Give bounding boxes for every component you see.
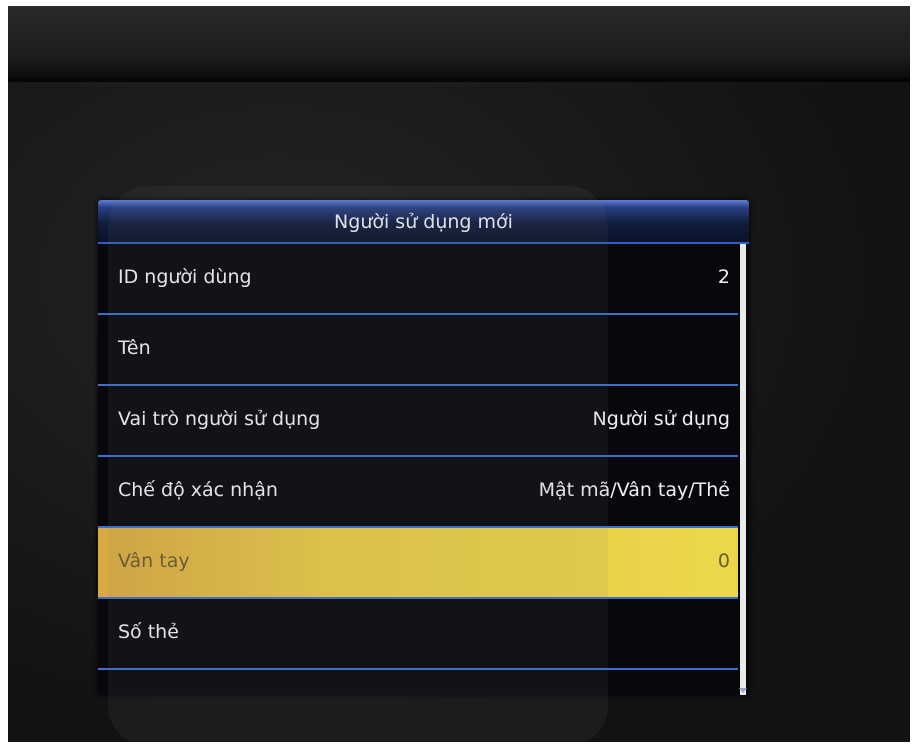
row-fingerprint[interactable]: Vân tay 0 <box>98 528 738 599</box>
screen-title: Người sử dụng mới <box>334 211 513 233</box>
row-label: ID người dùng <box>118 266 252 288</box>
device-photo: Người sử dụng mới ID người dùng 2 Tên Va… <box>8 6 910 742</box>
row-label: Tên <box>118 337 151 359</box>
row-value: 0 <box>717 550 730 572</box>
row-label: Vai trò người sử dụng <box>118 408 321 430</box>
screen-title-bar: Người sử dụng mới <box>98 200 749 244</box>
row-value: Mật mã/Vân tay/Thẻ <box>538 479 730 501</box>
settings-list: ID người dùng 2 Tên Vai trò người sử dụn… <box>98 244 738 670</box>
row-value: 2 <box>717 266 730 288</box>
row-label: Số thẻ <box>118 621 179 643</box>
row-card-number[interactable]: Số thẻ <box>98 599 738 670</box>
lcd-screen: Người sử dụng mới ID người dùng 2 Tên Va… <box>98 200 749 695</box>
row-verify-mode[interactable]: Chế độ xác nhận Mật mã/Vân tay/Thẻ <box>98 457 738 528</box>
device-bezel-top <box>8 6 910 78</box>
scroll-down-icon[interactable] <box>739 688 747 693</box>
scrollbar[interactable] <box>740 244 746 695</box>
row-name[interactable]: Tên <box>98 315 738 386</box>
row-value: Người sử dụng <box>592 408 730 430</box>
row-label: Vân tay <box>118 550 190 572</box>
row-user-role[interactable]: Vai trò người sử dụng Người sử dụng <box>98 386 738 457</box>
row-user-id[interactable]: ID người dùng 2 <box>98 244 738 315</box>
row-label: Chế độ xác nhận <box>118 479 278 501</box>
